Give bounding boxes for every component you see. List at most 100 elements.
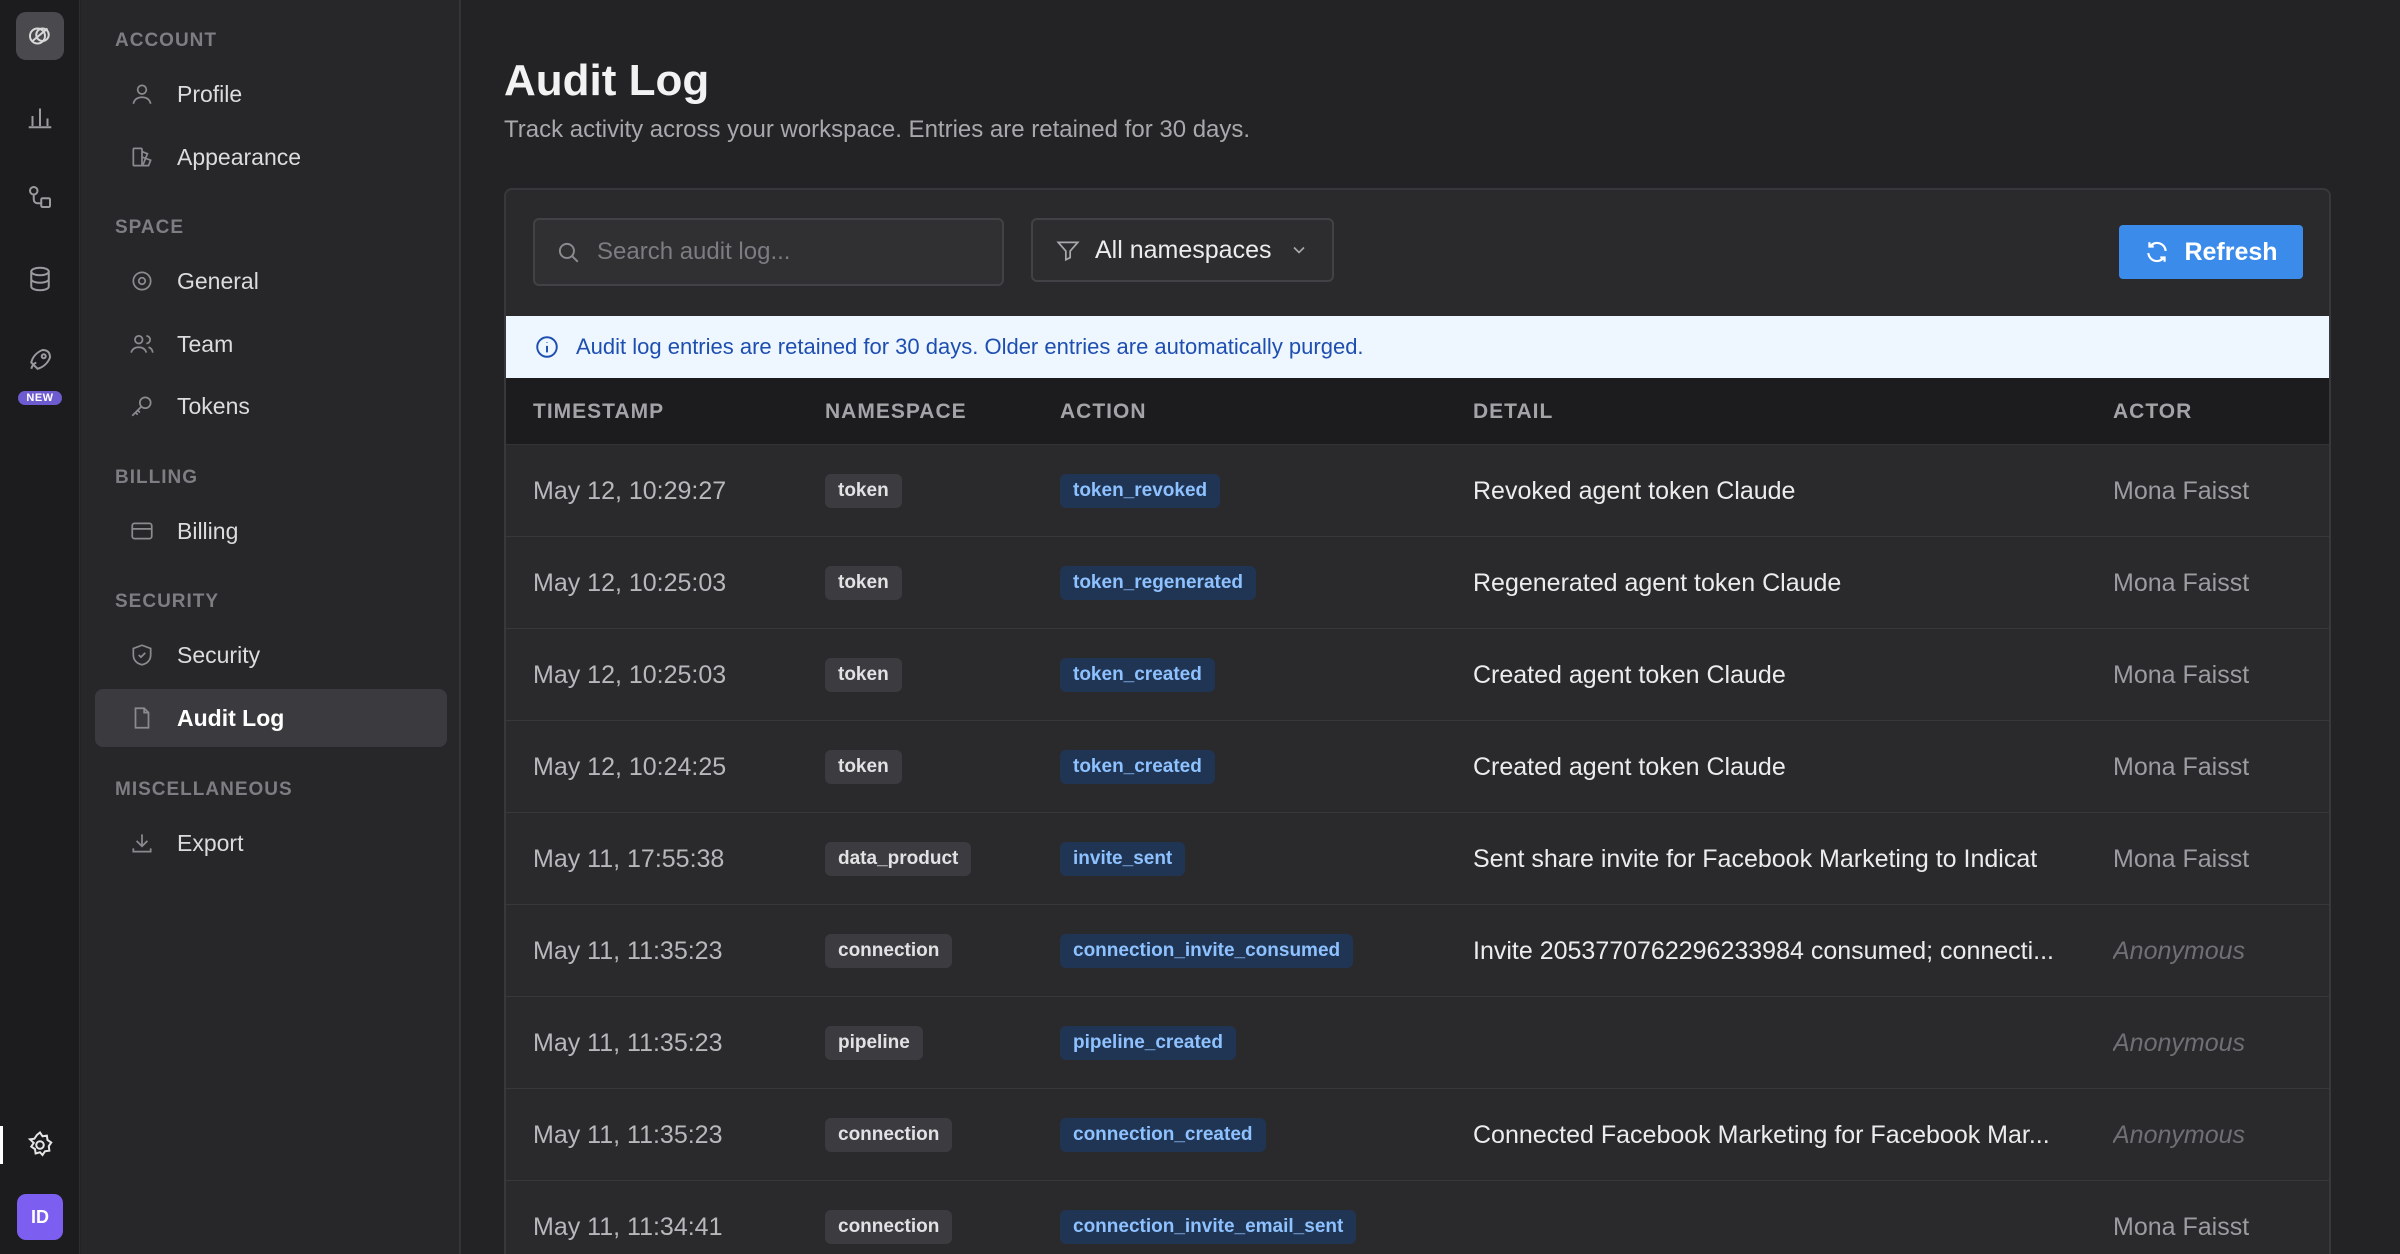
search-input[interactable] (597, 238, 977, 266)
sidebar-item-tokens[interactable]: Tokens (95, 377, 447, 435)
cell-timestamp: May 12, 10:25:03 (533, 660, 727, 689)
cell-actor: Mona Faisst (2113, 476, 2250, 505)
file-icon (134, 707, 150, 729)
table-row[interactable]: May 11, 11:35:23 pipeline pipeline_created… (506, 997, 2329, 1089)
action-badge: token_created (1060, 658, 1215, 692)
icon-rail: NEW ID (0, 0, 80, 1254)
refresh-button[interactable]: Refresh (2119, 225, 2303, 279)
column-timestamp[interactable]: TIMESTAMP (533, 378, 664, 445)
download-icon (132, 834, 152, 853)
table-row[interactable]: May 11, 11:35:23 connection connection_cre… (506, 1089, 2329, 1181)
filter-icon (1056, 241, 1080, 262)
cell-timestamp: May 11, 11:35:23 (533, 1120, 723, 1149)
cell-action: token_revoked (1060, 445, 1221, 537)
action-badge: connection_created (1060, 1118, 1266, 1152)
column-namespace[interactable]: NAMESPACE (825, 378, 967, 445)
cell-namespace: data_product (825, 813, 972, 905)
gear-icon (132, 271, 152, 291)
section-title-misc: MISCELLANEOUS (115, 779, 293, 800)
page-subtitle: Track activity across your workspace. En… (504, 116, 1251, 143)
database-icon[interactable] (20, 259, 60, 299)
pipeline-icon[interactable] (20, 177, 60, 217)
cell-actor: Mona Faisst (2113, 752, 2250, 781)
cell-detail: Invite 2053770762296233984 consumed; con… (1473, 936, 2055, 965)
cell-actor: Mona Faisst (2113, 660, 2250, 689)
cell-detail (1473, 1181, 2073, 1254)
cell-namespace: connection (825, 1181, 953, 1254)
sidebar-item-label: Team (177, 330, 234, 357)
audit-log-card: All namespaces Refresh Audit log entries… (504, 188, 2331, 1254)
cell-namespace: connection (825, 1089, 953, 1181)
avatar[interactable]: ID (17, 1194, 63, 1240)
gear-icon[interactable] (20, 1125, 60, 1165)
cell-actor: Mona Faisst (2113, 1212, 2250, 1241)
cell-actor: Anonymous (2113, 1028, 2246, 1057)
rocket-icon[interactable] (20, 340, 60, 380)
sidebar-item-billing[interactable]: Billing (95, 502, 447, 560)
section-title-account: ACCOUNT (115, 30, 217, 51)
sidebar-item-export[interactable]: Export (95, 814, 447, 872)
sidebar-item-team[interactable]: Team (95, 315, 447, 373)
table-header: TIMESTAMP NAMESPACE ACTION DETAIL ACTOR (506, 378, 2329, 445)
sidebar-item-security[interactable]: Security (95, 626, 447, 684)
namespace-badge: data_product (825, 842, 972, 876)
logo-icon[interactable] (16, 12, 64, 60)
page-title: Audit Log (504, 56, 710, 105)
cell-detail: Connected Facebook Marketing for Faceboo… (1473, 1120, 2050, 1149)
sidebar-item-label: Billing (177, 517, 239, 544)
shield-icon (132, 644, 152, 666)
table-row[interactable]: May 12, 10:29:27 token token_revoked Revoke… (506, 445, 2329, 537)
column-actor[interactable]: ACTOR (2113, 378, 2192, 445)
search-box[interactable] (533, 218, 1004, 286)
column-detail[interactable]: DETAIL (1473, 378, 1553, 445)
action-badge: pipeline_created (1060, 1026, 1236, 1060)
cell-namespace: connection (825, 905, 953, 997)
namespace-badge: connection (825, 1210, 953, 1244)
namespace-badge: token (825, 750, 902, 784)
search-icon (558, 242, 579, 263)
active-indicator (0, 1126, 3, 1164)
cell-action: token_created (1060, 721, 1215, 813)
cell-detail: Sent share invite for Facebook Marketing… (1473, 844, 2038, 873)
namespace-filter-value: All namespaces (1095, 235, 1272, 264)
toolbar: All namespaces Refresh (506, 190, 2329, 316)
cell-detail (1473, 997, 2073, 1089)
table-row[interactable]: May 11, 17:55:38 data_product invite_sent S… (506, 813, 2329, 905)
cell-action: invite_sent (1060, 813, 1186, 905)
chevron-down-icon (1293, 246, 1306, 254)
namespace-filter[interactable]: All namespaces (1031, 218, 1334, 282)
sidebar-item-profile[interactable]: Profile (95, 65, 447, 123)
table-row[interactable]: May 11, 11:34:41 connection connection_inv… (506, 1181, 2329, 1254)
sidebar-item-appearance[interactable]: Appearance (95, 128, 447, 186)
cell-timestamp: May 12, 10:25:03 (533, 568, 727, 597)
cell-timestamp: May 12, 10:29:27 (533, 476, 727, 505)
cell-timestamp: May 11, 17:55:38 (533, 844, 725, 873)
cell-timestamp: May 11, 11:35:23 (533, 1028, 723, 1057)
cell-action: pipeline_created (1060, 997, 1236, 1089)
namespace-badge: token (825, 658, 902, 692)
namespace-badge: connection (825, 1118, 953, 1152)
cell-actor: Mona Faisst (2113, 844, 2250, 873)
cell-timestamp: May 12, 10:24:25 (533, 752, 727, 781)
cell-timestamp: May 11, 11:35:23 (533, 936, 723, 965)
sidebar-item-audit-log[interactable]: Audit Log (95, 689, 447, 747)
cell-action: connection_invite_consumed (1060, 905, 1354, 997)
table-row[interactable]: May 11, 11:35:23 connection connection_inv… (506, 905, 2329, 997)
table-row[interactable]: May 12, 10:25:03 token token_created Create… (506, 629, 2329, 721)
column-action[interactable]: ACTION (1060, 378, 1147, 445)
namespace-badge: pipeline (825, 1026, 923, 1060)
cell-namespace: pipeline (825, 997, 923, 1089)
refresh-icon (2147, 241, 2168, 263)
table-row[interactable]: May 12, 10:25:03 token token_regenerated Re… (506, 537, 2329, 629)
sidebar-item-general[interactable]: General (95, 252, 447, 310)
chart-icon[interactable] (20, 96, 60, 136)
cell-timestamp: May 11, 11:34:41 (533, 1212, 723, 1241)
namespace-badge: connection (825, 934, 953, 968)
cell-action: connection_created (1060, 1089, 1266, 1181)
table-row[interactable]: May 12, 10:24:25 token token_created Create… (506, 721, 2329, 813)
cell-detail: Revoked agent token Claude (1473, 476, 1796, 505)
user-icon (132, 84, 152, 105)
info-banner-text: Audit log entries are retained for 30 da… (576, 334, 1364, 359)
key-icon (131, 396, 152, 417)
cell-detail: Created agent token Claude (1473, 660, 1786, 689)
